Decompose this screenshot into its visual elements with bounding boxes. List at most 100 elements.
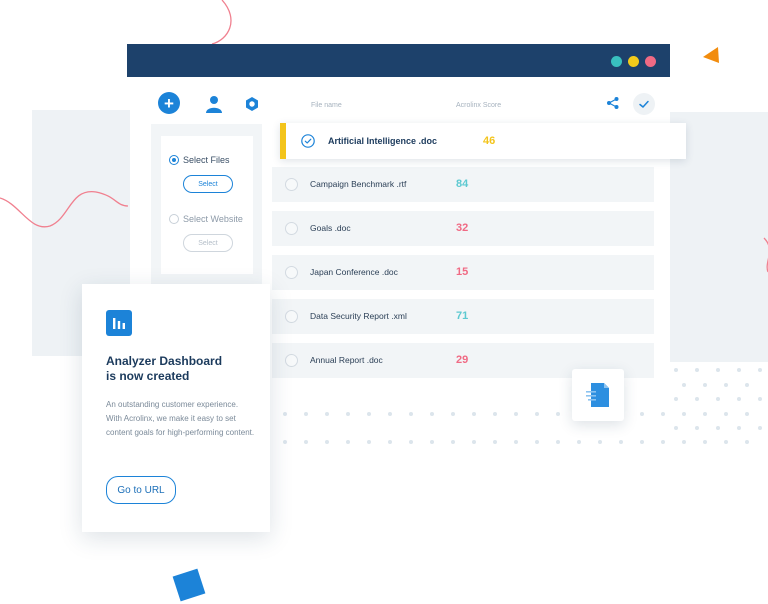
decorative-dot	[745, 412, 749, 416]
decorative-dot	[304, 412, 308, 416]
decorative-dot	[758, 368, 762, 372]
window-dot-teal[interactable]	[611, 56, 622, 67]
select-files-button[interactable]: Select	[183, 175, 233, 193]
wave-line-top	[211, 0, 232, 45]
decorative-dot	[514, 440, 518, 444]
decorative-dot	[430, 412, 434, 416]
file-name: Japan Conference .doc	[310, 267, 398, 277]
select-files-radio[interactable]	[169, 155, 179, 165]
table-row[interactable]: Goals .doc 32	[272, 211, 654, 246]
decorative-dot	[682, 440, 686, 444]
decorative-dot	[745, 383, 749, 387]
decorative-dot	[388, 412, 392, 416]
decorative-dot	[388, 440, 392, 444]
column-header-file-name[interactable]: File name	[311, 102, 342, 109]
file-score: 84	[456, 178, 469, 190]
card-title-line-1: Analyzer Dashboard	[106, 354, 223, 368]
table-row[interactable]: Japan Conference .doc 15	[272, 255, 654, 290]
file-score: 29	[456, 354, 469, 366]
select-website-radio[interactable]	[169, 214, 179, 224]
selected-check-icon[interactable]	[301, 134, 315, 148]
share-icon[interactable]	[606, 96, 620, 110]
decorative-dot	[716, 368, 720, 372]
decorative-dot	[325, 440, 329, 444]
file-score: 15	[456, 266, 469, 278]
decorative-dot	[409, 412, 413, 416]
orange-triangle	[703, 47, 719, 63]
file-name: Goals .doc	[310, 223, 351, 233]
decorative-dot	[619, 440, 623, 444]
decorative-dot	[472, 412, 476, 416]
go-to-url-button[interactable]: Go to URL	[106, 476, 176, 504]
decorative-dot	[716, 426, 720, 430]
decorative-dot	[367, 440, 371, 444]
card-title-line-2: is now created	[106, 369, 190, 383]
file-name: Annual Report .doc	[310, 355, 383, 365]
decorative-dot	[346, 440, 350, 444]
table-row[interactable]: Data Security Report .xml 71	[272, 299, 654, 334]
decorative-dot	[758, 397, 762, 401]
decorative-dot	[325, 412, 329, 416]
row-select-circle[interactable]	[285, 178, 298, 191]
document-icon	[586, 383, 609, 407]
decorative-dot	[737, 368, 741, 372]
decorative-dot	[661, 412, 665, 416]
decorative-dot	[695, 397, 699, 401]
plus-icon: +	[164, 93, 174, 113]
card-description: An outstanding customer experience. With…	[106, 400, 255, 437]
confirm-icon[interactable]	[633, 93, 655, 115]
row-select-circle[interactable]	[285, 310, 298, 323]
blue-square	[172, 568, 206, 602]
decorative-dot	[674, 368, 678, 372]
window-dot-yellow[interactable]	[628, 56, 639, 67]
decorative-dot	[577, 440, 581, 444]
row-select-circle[interactable]	[285, 222, 298, 235]
select-files-label: Select Files	[183, 155, 230, 165]
decorative-dot	[493, 412, 497, 416]
decorative-dot	[283, 412, 287, 416]
row-select-circle[interactable]	[285, 266, 298, 279]
select-website-button[interactable]: Select	[183, 234, 233, 252]
decorative-dot	[758, 426, 762, 430]
table-row[interactable]: Campaign Benchmark .rtf 84	[272, 167, 654, 202]
file-score: 71	[456, 310, 469, 322]
decorative-dot	[737, 426, 741, 430]
decorative-dot	[409, 440, 413, 444]
decorative-dot	[682, 412, 686, 416]
column-header-score[interactable]: Acrolinx Score	[456, 102, 501, 109]
decorative-dot	[745, 440, 749, 444]
decorative-dot	[737, 397, 741, 401]
selected-file-score: 46	[483, 135, 496, 147]
decorative-dot	[703, 440, 707, 444]
decorative-dot	[472, 440, 476, 444]
decorative-dot	[451, 412, 455, 416]
file-name: Campaign Benchmark .rtf	[310, 179, 407, 189]
decorative-dot	[430, 440, 434, 444]
select-website-label: Select Website	[183, 214, 243, 224]
decorative-dot	[535, 440, 539, 444]
decorative-dot	[535, 412, 539, 416]
file-name: Data Security Report .xml	[310, 311, 407, 321]
settings-icon[interactable]	[244, 96, 260, 112]
user-icon[interactable]	[204, 94, 224, 114]
bar-chart-icon	[106, 310, 132, 336]
card-title: Analyzer Dashboard is now created	[106, 354, 256, 384]
decorative-dot	[674, 426, 678, 430]
decorative-dot	[661, 440, 665, 444]
add-button[interactable]: +	[158, 92, 180, 114]
decorative-dot	[493, 440, 497, 444]
file-score: 32	[456, 222, 469, 234]
decorative-dot	[556, 412, 560, 416]
decorative-dot	[640, 440, 644, 444]
decorative-dot	[283, 440, 287, 444]
decorative-dot	[724, 383, 728, 387]
decorative-dot	[716, 397, 720, 401]
window-dot-pink[interactable]	[645, 56, 656, 67]
decorative-dot	[695, 426, 699, 430]
decorative-dot	[304, 440, 308, 444]
decorative-dot	[514, 412, 518, 416]
selection-indicator	[280, 123, 286, 159]
decorative-dot	[703, 383, 707, 387]
row-select-circle[interactable]	[285, 354, 298, 367]
decorative-dot	[640, 412, 644, 416]
